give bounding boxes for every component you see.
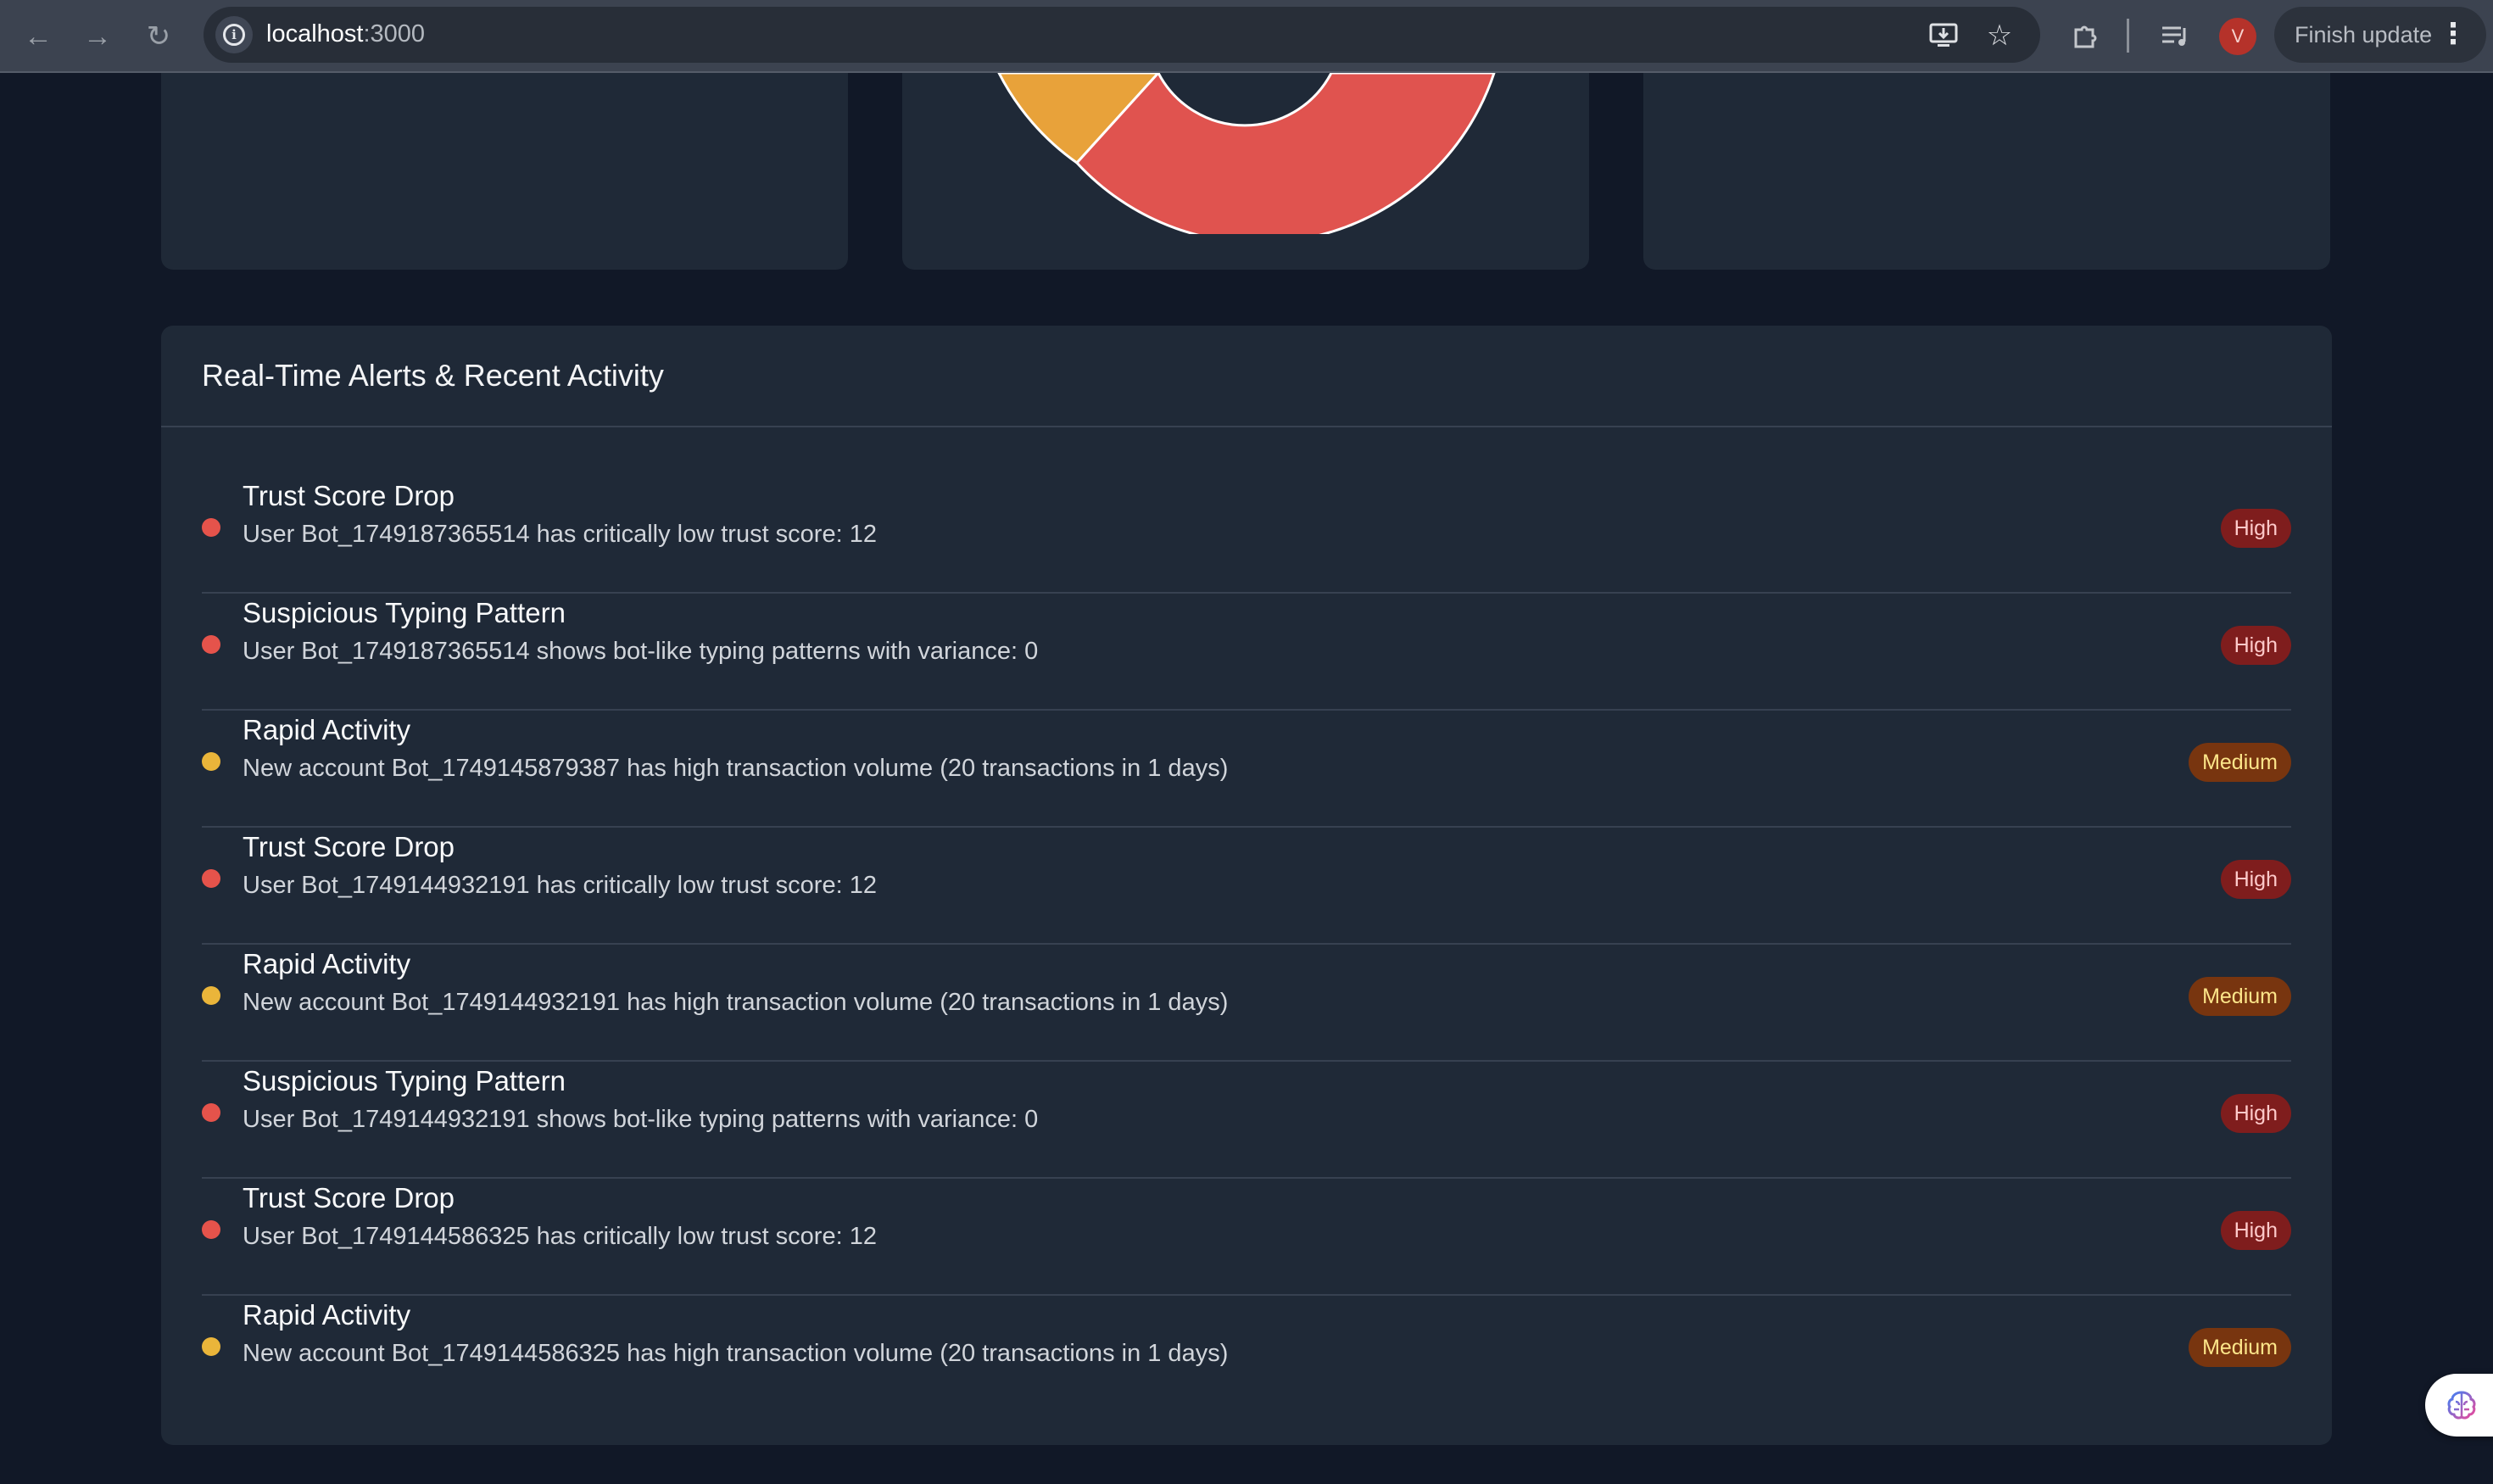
severity-badge: High bbox=[2220, 626, 2291, 665]
severity-badge: Medium bbox=[2189, 743, 2291, 782]
alert-description: New account Bot_1749144586325 has high t… bbox=[243, 1340, 1229, 1367]
alert-description: User Bot_1749187365514 has critically lo… bbox=[243, 521, 877, 548]
alert-item[interactable]: Suspicious Typing Pattern User Bot_174918… bbox=[202, 594, 2291, 711]
alert-description: User Bot_1749187365514 shows bot-like ty… bbox=[243, 638, 1039, 665]
alert-item[interactable]: Rapid Activity New account Bot_1749144932… bbox=[202, 945, 2291, 1062]
more-menu-icon: ⋮ bbox=[2439, 18, 2468, 50]
media-queue-icon[interactable] bbox=[2154, 15, 2196, 58]
alert-title: Suspicious Typing Pattern bbox=[243, 597, 566, 628]
forward-arrow-icon[interactable]: → bbox=[76, 15, 119, 58]
alert-description: User Bot_1749144932191 has critically lo… bbox=[243, 872, 877, 899]
severity-badge: Medium bbox=[2189, 977, 2291, 1016]
alert-description: New account Bot_1749144932191 has high t… bbox=[243, 989, 1229, 1016]
url-text[interactable]: localhost:3000 bbox=[266, 20, 425, 48]
address-bar[interactable]: i localhost:3000 ☆ bbox=[204, 7, 2040, 63]
finish-update-button[interactable]: Finish update ⋮ bbox=[2274, 7, 2486, 63]
alert-description: New account Bot_1749145879387 has high t… bbox=[243, 755, 1229, 782]
severity-dot-icon bbox=[202, 869, 220, 888]
alert-title: Trust Score Drop bbox=[243, 1182, 455, 1213]
severity-dot-icon bbox=[202, 635, 220, 654]
brain-icon bbox=[2447, 1391, 2476, 1420]
severity-badge: High bbox=[2220, 1211, 2291, 1250]
alerts-header: Real-Time Alerts & Recent Activity bbox=[161, 326, 2332, 427]
alert-title: Trust Score Drop bbox=[243, 831, 455, 862]
alert-item[interactable]: Trust Score Drop User Bot_1749144932191 h… bbox=[202, 828, 2291, 945]
alert-title: Rapid Activity bbox=[243, 948, 411, 979]
severity-badge: High bbox=[2220, 860, 2291, 899]
alert-title: Trust Score Drop bbox=[243, 480, 455, 511]
severity-badge: Medium bbox=[2189, 1328, 2291, 1367]
alerts-list: Trust Score Drop User Bot_1749187365514 h… bbox=[202, 477, 2291, 1413]
alert-title: Rapid Activity bbox=[243, 714, 411, 745]
install-app-icon[interactable] bbox=[1925, 17, 1962, 54]
alert-description: User Bot_1749144586325 has critically lo… bbox=[243, 1223, 877, 1250]
reload-icon[interactable]: ↻ bbox=[137, 15, 180, 58]
assistant-button[interactable] bbox=[2425, 1374, 2493, 1437]
alerts-panel: Real-Time Alerts & Recent Activity Trust… bbox=[161, 326, 2332, 1445]
severity-dot-icon bbox=[202, 1337, 220, 1356]
alert-item[interactable]: Trust Score Drop User Bot_1749144586325 h… bbox=[202, 1179, 2291, 1296]
donut-slice-high bbox=[1074, 73, 1496, 234]
severity-badge: High bbox=[2220, 509, 2291, 548]
severity-dot-icon bbox=[202, 1103, 220, 1122]
alert-item[interactable]: Trust Score Drop User Bot_1749187365514 h… bbox=[202, 477, 2291, 594]
severity-dot-icon bbox=[202, 518, 220, 537]
alerts-title: Real-Time Alerts & Recent Activity bbox=[202, 358, 664, 393]
profile-avatar[interactable]: V bbox=[2219, 18, 2256, 55]
stats-card-left bbox=[161, 51, 848, 270]
risk-donut-chart bbox=[997, 73, 1496, 234]
severity-dot-icon bbox=[202, 752, 220, 771]
toolbar-divider bbox=[2127, 19, 2129, 53]
severity-badge: High bbox=[2220, 1094, 2291, 1133]
severity-dot-icon bbox=[202, 986, 220, 1005]
alert-item[interactable]: Rapid Activity New account Bot_1749145879… bbox=[202, 711, 2291, 828]
stats-card-right bbox=[1643, 51, 2330, 270]
alert-item[interactable]: Suspicious Typing Pattern User Bot_174914… bbox=[202, 1062, 2291, 1179]
alert-title: Suspicious Typing Pattern bbox=[243, 1065, 566, 1096]
bookmark-star-icon[interactable]: ☆ bbox=[1981, 17, 2018, 54]
browser-toolbar: ← → ↻ i localhost:3000 ☆ V Finish update… bbox=[0, 0, 2493, 73]
alert-description: User Bot_1749144932191 shows bot-like ty… bbox=[243, 1106, 1039, 1133]
alert-title: Rapid Activity bbox=[243, 1299, 411, 1331]
back-arrow-icon[interactable]: ← bbox=[17, 15, 59, 58]
severity-dot-icon bbox=[202, 1220, 220, 1239]
alert-item[interactable]: Rapid Activity New account Bot_1749144586… bbox=[202, 1296, 2291, 1413]
site-info-icon[interactable]: i bbox=[215, 16, 253, 53]
extensions-puzzle-icon[interactable] bbox=[2063, 15, 2105, 58]
